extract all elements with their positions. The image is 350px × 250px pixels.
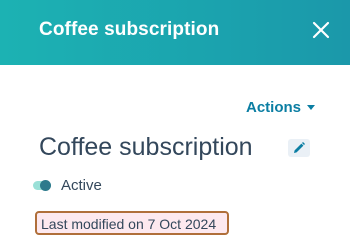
edit-title-button[interactable] (288, 139, 310, 157)
actions-dropdown[interactable]: Actions (246, 99, 315, 116)
record-title: Coffee subscription (39, 133, 253, 161)
status-row: Active (33, 177, 102, 194)
header-title: Coffee subscription (39, 19, 220, 40)
pencil-icon (294, 142, 305, 153)
toggle-knob (40, 180, 51, 191)
status-toggle[interactable] (33, 180, 51, 191)
close-icon (312, 21, 330, 39)
close-button[interactable] (312, 21, 330, 39)
chevron-down-icon (307, 105, 315, 110)
last-modified-text: Last modified on 7 Oct 2024 (41, 216, 217, 232)
status-label: Active (61, 177, 102, 194)
last-modified-box[interactable]: Last modified on 7 Oct 2024 (35, 211, 229, 235)
panel-header: Coffee subscription (0, 0, 350, 65)
actions-label: Actions (245, 99, 301, 116)
subscription-panel: Coffee subscription Actions Coffee subsc… (0, 0, 350, 250)
